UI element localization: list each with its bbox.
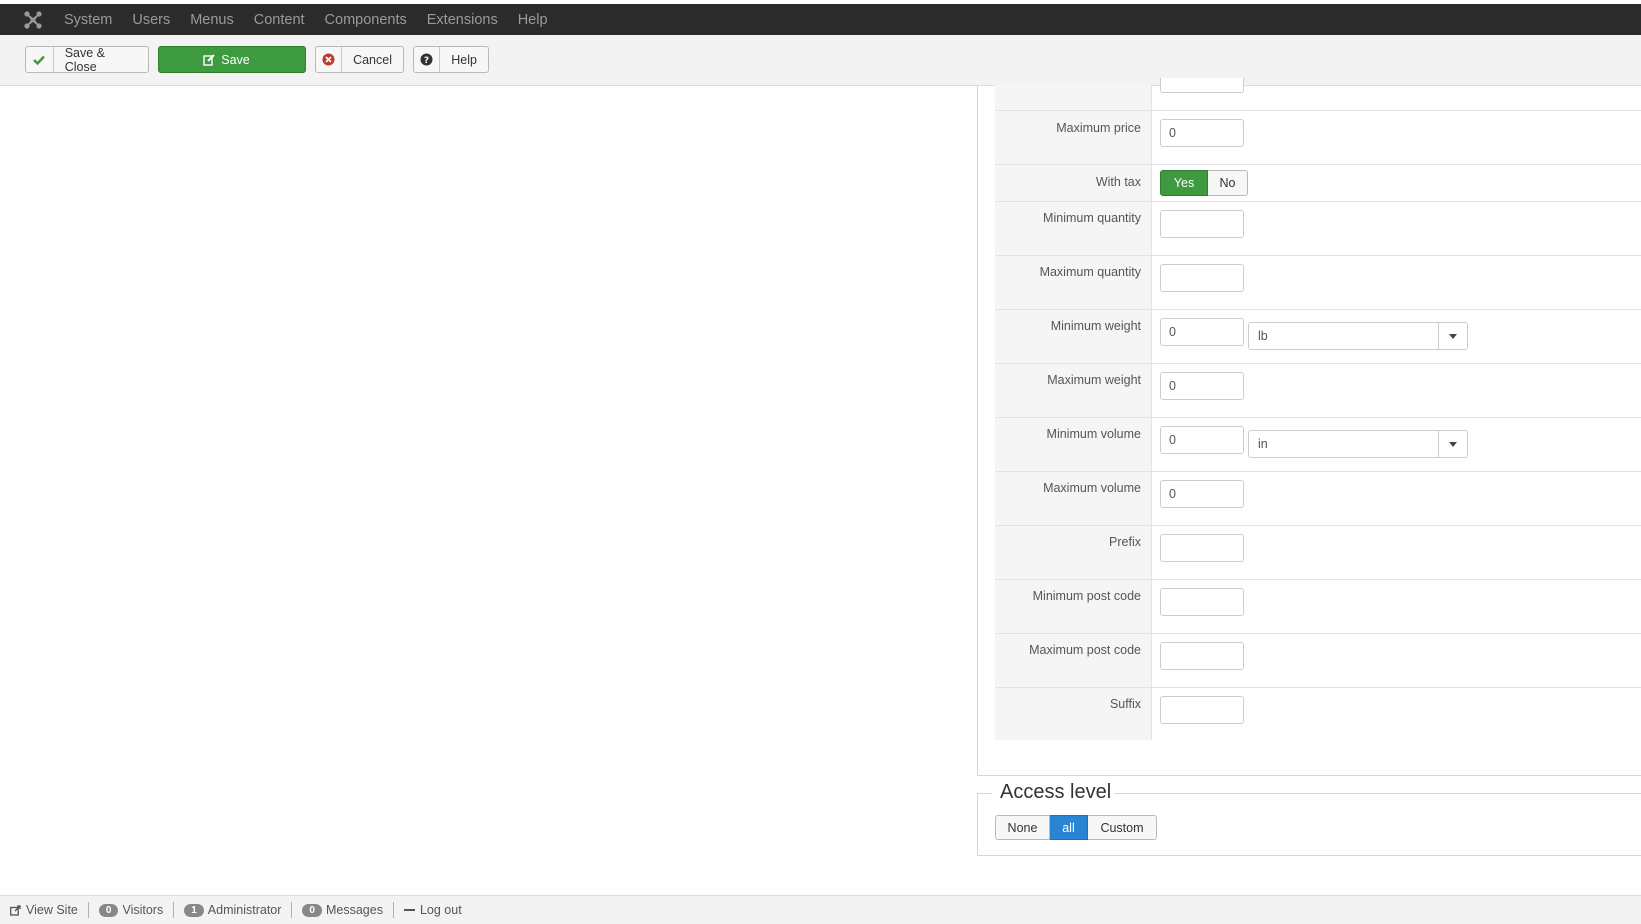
access-option-all[interactable]: all: [1050, 815, 1088, 840]
row-divider: [995, 525, 1641, 526]
logout-label: Log out: [419, 903, 462, 917]
row-divider: [995, 687, 1641, 688]
view-site-link[interactable]: View Site: [0, 903, 88, 917]
row-divider: [995, 201, 1641, 202]
maximum-price-label: Maximum price: [1056, 121, 1141, 135]
weight-unit-select[interactable]: lb: [1248, 322, 1468, 350]
view-site-label: View Site: [26, 903, 78, 917]
weight-unit-value: lb: [1258, 329, 1268, 343]
svg-text:?: ?: [424, 56, 429, 66]
minus-icon: [403, 909, 415, 911]
cancel-circle-icon: [316, 47, 343, 72]
joomla-logo-icon[interactable]: [22, 9, 44, 31]
access-level-options: None all Custom: [995, 815, 1157, 840]
panel-border: [977, 85, 978, 775]
access-level-title: Access level: [997, 781, 1115, 804]
administrator-label: Administrator: [207, 903, 282, 917]
minimum-volume-label: Minimum volume: [1046, 427, 1141, 441]
cancel-label: Cancel: [353, 52, 392, 67]
menu-extensions[interactable]: Extensions: [427, 12, 498, 28]
admin-menu-bar: System Users Menus Content Components Ex…: [0, 4, 1641, 35]
save-label: Save: [221, 52, 250, 67]
status-bar: View Site 0 Visitors 1 Administrator 0 M…: [0, 895, 1641, 924]
minimum-post-code-label: Minimum post code: [1032, 589, 1141, 603]
maximum-weight-label: Maximum weight: [1047, 373, 1141, 387]
menu-system[interactable]: System: [64, 12, 112, 28]
external-link-icon: [10, 904, 21, 916]
cancel-button[interactable]: Cancel: [315, 46, 404, 73]
maximum-volume-input[interactable]: 0: [1160, 480, 1244, 508]
access-fieldset-border: [977, 855, 1641, 856]
logout-link[interactable]: Log out: [394, 903, 472, 917]
row-divider: [995, 417, 1641, 418]
edit-icon: [203, 53, 215, 66]
visitors-count-badge: 0: [98, 903, 119, 917]
save-close-button[interactable]: Save & Close: [25, 45, 149, 74]
access-option-custom[interactable]: Custom: [1088, 815, 1157, 840]
messages-indicator[interactable]: 0 Messages: [292, 903, 393, 917]
access-fieldset-border: [977, 793, 992, 794]
maximum-quantity-label: Maximum quantity: [1039, 265, 1141, 279]
menu-users[interactable]: Users: [132, 12, 170, 28]
administrator-indicator[interactable]: 1 Administrator: [174, 903, 291, 917]
access-fieldset-border: [977, 793, 978, 855]
minimum-post-code-input[interactable]: [1160, 588, 1244, 616]
row-divider: [995, 309, 1641, 310]
cut-off-input[interactable]: [1160, 78, 1244, 93]
maximum-price-input[interactable]: 0: [1160, 119, 1244, 147]
panel-border: [977, 775, 1641, 776]
row-divider: [995, 579, 1641, 580]
menu-help[interactable]: Help: [518, 12, 548, 28]
row-divider: [995, 471, 1641, 472]
messages-label: Messages: [325, 903, 383, 917]
menu-content[interactable]: Content: [254, 12, 305, 28]
caret-down-icon: [1438, 431, 1467, 457]
minimum-quantity-label: Minimum quantity: [1043, 211, 1141, 225]
row-divider: [995, 363, 1641, 364]
messages-count-badge: 0: [302, 903, 322, 917]
row-divider: [995, 164, 1641, 165]
access-fieldset-border: [1110, 793, 1641, 794]
prefix-input[interactable]: [1160, 534, 1244, 562]
visitors-indicator[interactable]: 0 Visitors: [89, 903, 173, 917]
question-circle-icon: ?: [414, 47, 441, 72]
minimum-weight-label: Minimum weight: [1050, 319, 1141, 333]
minimum-weight-input[interactable]: 0: [1160, 318, 1244, 346]
toolbar: Save & Close Save Cancel ? Help: [0, 35, 1641, 86]
maximum-post-code-label: Maximum post code: [1029, 643, 1141, 657]
maximum-post-code-input[interactable]: [1160, 642, 1244, 670]
row-divider: [995, 255, 1641, 256]
suffix-input[interactable]: [1160, 696, 1244, 724]
access-option-none[interactable]: None: [995, 815, 1050, 840]
save-button[interactable]: Save: [158, 46, 306, 73]
with-tax-no-button[interactable]: No: [1208, 170, 1248, 196]
check-icon: [26, 47, 54, 72]
maximum-weight-input[interactable]: 0: [1160, 372, 1244, 400]
help-label: Help: [451, 52, 477, 67]
administrator-count-badge: 1: [184, 903, 204, 917]
menu-menus[interactable]: Menus: [190, 12, 234, 28]
save-close-label: Save & Close: [64, 45, 106, 74]
volume-unit-value: in: [1258, 437, 1268, 451]
maximum-volume-label: Maximum volume: [1043, 481, 1141, 495]
with-tax-label: With tax: [1095, 175, 1141, 189]
row-divider: [995, 633, 1641, 634]
minimum-volume-input[interactable]: 0: [1160, 426, 1244, 454]
suffix-label: Suffix: [1109, 697, 1141, 711]
volume-unit-select[interactable]: in: [1248, 430, 1468, 458]
caret-down-icon: [1438, 323, 1467, 349]
visitors-label: Visitors: [122, 903, 164, 917]
with-tax-yes-button[interactable]: Yes: [1160, 170, 1208, 196]
maximum-quantity-input[interactable]: [1160, 264, 1244, 292]
menu-components[interactable]: Components: [325, 12, 407, 28]
minimum-quantity-input[interactable]: [1160, 210, 1244, 238]
help-button[interactable]: ? Help: [413, 46, 489, 73]
prefix-label: Prefix: [1109, 535, 1141, 549]
row-divider: [995, 110, 1641, 111]
with-tax-toggle: Yes No: [1160, 170, 1248, 196]
